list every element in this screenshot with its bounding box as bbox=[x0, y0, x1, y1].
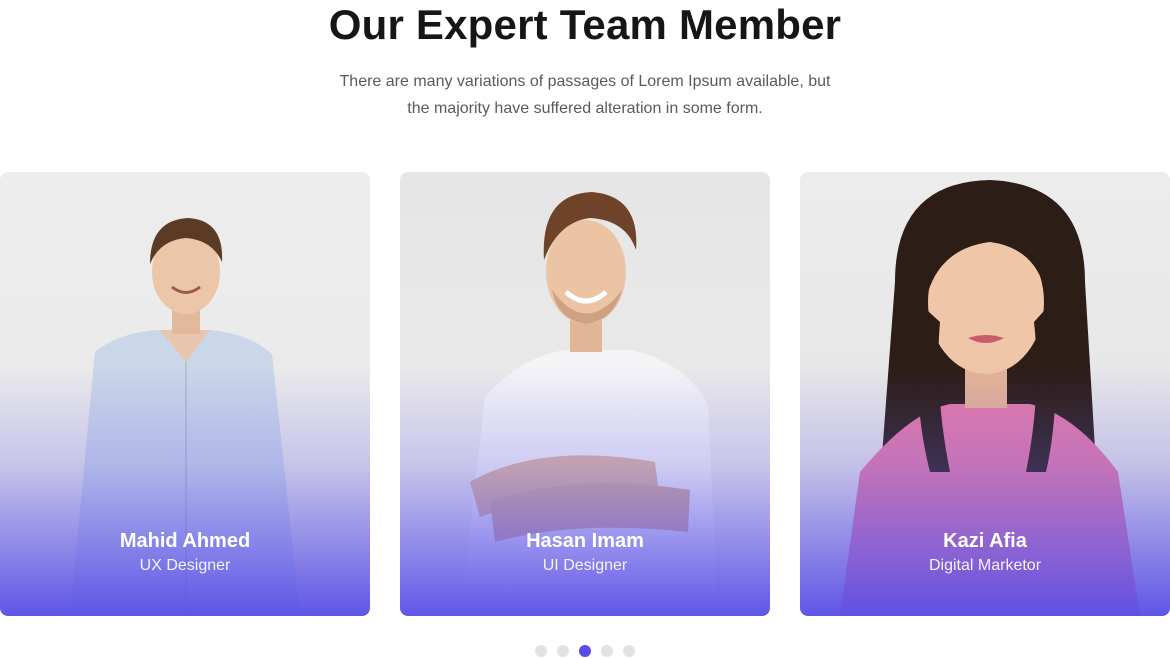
team-section: Our Expert Team Member There are many va… bbox=[0, 0, 1170, 658]
member-role: Digital Marketor bbox=[928, 557, 1042, 574]
member-info: Mahid Ahmed UX Designer bbox=[0, 528, 370, 577]
team-card-hasan-imam[interactable]: Hasan Imam UI Designer bbox=[400, 172, 770, 616]
pagination-dot-2[interactable] bbox=[557, 645, 569, 657]
team-card-mahid-ahmed[interactable]: Mahid Ahmed UX Designer bbox=[0, 172, 370, 616]
member-info: Kazi Afia Digital Marketor bbox=[800, 528, 1170, 577]
member-name: Kazi Afia bbox=[943, 530, 1027, 552]
carousel-pagination bbox=[535, 645, 635, 657]
member-name: Mahid Ahmed bbox=[119, 530, 251, 552]
member-role: UI Designer bbox=[542, 557, 628, 574]
pagination-dot-1[interactable] bbox=[535, 645, 547, 657]
pagination-dot-5[interactable] bbox=[623, 645, 635, 657]
card-gradient-overlay bbox=[800, 366, 1170, 616]
subtitle-line-1: There are many variations of passages of… bbox=[339, 73, 831, 90]
subtitle-line-2: the majority have suffered alteration in… bbox=[407, 100, 763, 117]
section-subtitle: There are many variations of passages of… bbox=[315, 68, 855, 122]
section-title: Our Expert Team Member bbox=[328, 1, 842, 48]
pagination-dot-3[interactable] bbox=[579, 645, 591, 657]
team-card-kazi-afia[interactable]: Kazi Afia Digital Marketor bbox=[800, 172, 1170, 616]
pagination-dot-4[interactable] bbox=[601, 645, 613, 657]
card-gradient-overlay bbox=[0, 366, 370, 616]
card-gradient-overlay bbox=[400, 366, 770, 616]
member-info: Hasan Imam UI Designer bbox=[400, 528, 770, 577]
member-name: Hasan Imam bbox=[526, 530, 644, 552]
member-role: UX Designer bbox=[139, 557, 231, 574]
